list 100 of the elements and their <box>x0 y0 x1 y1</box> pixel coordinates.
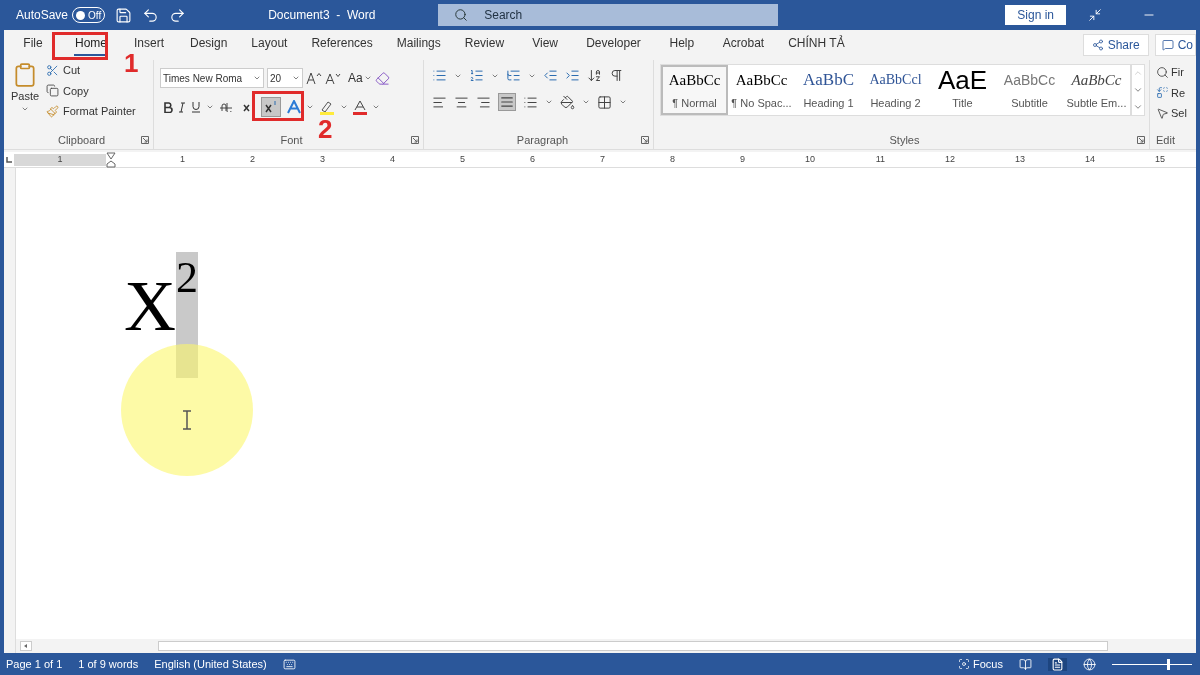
change-case-button[interactable]: Aa <box>348 69 372 87</box>
shading-icon[interactable] <box>560 94 575 110</box>
replace-button[interactable]: Re <box>1156 84 1196 101</box>
dialog-launcher-icon[interactable] <box>141 136 149 144</box>
shrink-font-icon[interactable] <box>325 71 341 85</box>
justify-button[interactable] <box>498 93 516 111</box>
align-center-icon[interactable] <box>454 94 469 110</box>
numbered-list-icon[interactable] <box>469 68 484 83</box>
bold-icon[interactable] <box>164 101 173 113</box>
ribbon-tab[interactable]: Home <box>62 32 120 58</box>
ribbon-tab[interactable]: Layout <box>239 32 300 58</box>
zoom-slider-thumb[interactable] <box>1167 658 1170 670</box>
increase-indent-icon[interactable] <box>565 68 580 83</box>
ruler-number: 3 <box>319 152 326 166</box>
scroll-down-icon[interactable] <box>1133 85 1143 95</box>
ruler-number: 2 <box>249 152 256 166</box>
ribbon-tab[interactable]: References <box>299 32 385 58</box>
dropdown-caret-icon[interactable] <box>253 74 261 82</box>
dropdown-caret-icon[interactable] <box>545 98 553 106</box>
paste-button[interactable]: Paste <box>10 62 40 131</box>
dialog-launcher-icon[interactable] <box>1137 136 1145 144</box>
dropdown-caret-icon[interactable] <box>582 98 590 106</box>
strikethrough-icon[interactable] <box>219 102 233 112</box>
ribbon-tab[interactable]: Design <box>178 32 240 58</box>
dropdown-caret-icon[interactable] <box>206 103 214 111</box>
borders-icon[interactable] <box>597 94 612 110</box>
redo-icon[interactable] <box>169 6 187 24</box>
paintbrush-icon <box>46 104 59 118</box>
macro-icon[interactable] <box>282 657 296 671</box>
style-preset[interactable]: AaBbCc ¶ No Spac... <box>728 65 795 115</box>
comments-button[interactable]: Co <box>1154 34 1196 56</box>
search-field[interactable]: Search <box>438 4 779 26</box>
pilcrow-icon[interactable] <box>609 68 624 83</box>
decrease-indent-icon[interactable] <box>543 68 558 83</box>
ribbon-tab[interactable]: File <box>4 32 62 58</box>
dropdown-caret-icon[interactable] <box>363 74 372 82</box>
sign-in-button[interactable]: Sign in <box>1005 5 1066 25</box>
italic-icon[interactable] <box>178 101 186 113</box>
style-preset[interactable]: AaBbCc Subtitle <box>996 65 1063 115</box>
line-spacing-icon[interactable] <box>523 94 538 110</box>
align-left-icon[interactable] <box>432 94 447 110</box>
tab-stop-icon[interactable] <box>6 156 12 163</box>
dropdown-caret-icon[interactable] <box>340 103 348 111</box>
dropdown-caret-icon[interactable] <box>306 103 314 111</box>
clipboard-icon <box>12 62 38 88</box>
web-layout-icon[interactable] <box>1083 657 1096 671</box>
group-label: Clipboard <box>57 132 106 148</box>
page-count[interactable]: Page 1 of 1 <box>6 655 63 673</box>
style-preset[interactable]: AaBbCc ¶ Normal <box>661 65 728 115</box>
style-preset[interactable]: AaBbC Heading 1 <box>795 65 862 115</box>
eraser-icon[interactable] <box>374 70 390 86</box>
underline-icon[interactable] <box>191 101 201 113</box>
focus-button[interactable]: Focus <box>958 655 1003 673</box>
word-count[interactable]: 1 of 9 words <box>78 655 139 673</box>
horizontal-scrollbar[interactable] <box>158 641 1108 651</box>
dropdown-caret-icon[interactable] <box>372 103 380 111</box>
superscript-button[interactable] <box>261 97 281 117</box>
scroll-left-button[interactable] <box>20 641 32 651</box>
comment-icon <box>1161 39 1174 51</box>
ribbon-display-icon[interactable] <box>1088 8 1102 22</box>
align-right-icon[interactable] <box>476 94 491 110</box>
sort-icon[interactable] <box>587 68 602 83</box>
dropdown-caret-icon[interactable] <box>292 74 300 82</box>
ribbon-tab[interactable]: Acrobat <box>710 32 777 58</box>
font-color-icon[interactable] <box>353 99 367 115</box>
read-mode-icon[interactable] <box>1019 657 1032 671</box>
save-icon[interactable] <box>115 6 133 24</box>
focus-icon <box>958 658 971 670</box>
format-painter-button[interactable]: Format Painter <box>46 103 136 120</box>
scissors-icon <box>46 63 59 77</box>
indent-marker-icon[interactable] <box>106 151 116 168</box>
highlighter-icon[interactable] <box>319 99 335 115</box>
font-name-field[interactable]: Times New Roma <box>160 68 264 88</box>
undo-icon[interactable] <box>142 6 160 24</box>
text-effects-icon[interactable] <box>287 100 301 114</box>
copy-button[interactable]: Copy <box>46 82 136 99</box>
ribbon-tab[interactable]: Mailings <box>384 32 453 58</box>
ribbon-tab[interactable]: Review <box>452 32 517 58</box>
dialog-launcher-icon[interactable] <box>641 136 649 144</box>
ribbon-tab[interactable]: CHÍNH TẢ <box>776 32 857 58</box>
style-preset[interactable]: AaE Title <box>929 65 996 115</box>
ruler-number: 1 <box>179 152 186 166</box>
dropdown-caret-icon[interactable] <box>619 98 627 106</box>
select-button[interactable]: Sel <box>1156 105 1196 122</box>
print-layout-button[interactable] <box>1048 657 1067 671</box>
share-button[interactable]: Share <box>1082 34 1149 56</box>
ribbon-tab[interactable]: View <box>516 32 575 58</box>
ribbon-tab[interactable]: Help <box>652 32 711 58</box>
style-preset[interactable]: AaBbCc Subtle Em... <box>1063 65 1130 115</box>
font-size-field[interactable]: 20 <box>267 68 303 88</box>
multilevel-list-icon[interactable] <box>506 68 521 83</box>
ruler-number: 14 <box>1084 152 1096 166</box>
dialog-launcher-icon[interactable] <box>411 136 419 144</box>
annotation-number: 2 <box>318 116 333 142</box>
find-button[interactable]: Fir <box>1156 64 1196 81</box>
grow-font-icon[interactable] <box>306 71 322 85</box>
ribbon-tab[interactable]: Developer <box>574 32 653 58</box>
language-status[interactable]: English (United States) <box>154 655 267 673</box>
style-preset[interactable]: AaBbCcl Heading 2 <box>862 65 929 115</box>
bullet-list-icon[interactable] <box>432 68 447 83</box>
